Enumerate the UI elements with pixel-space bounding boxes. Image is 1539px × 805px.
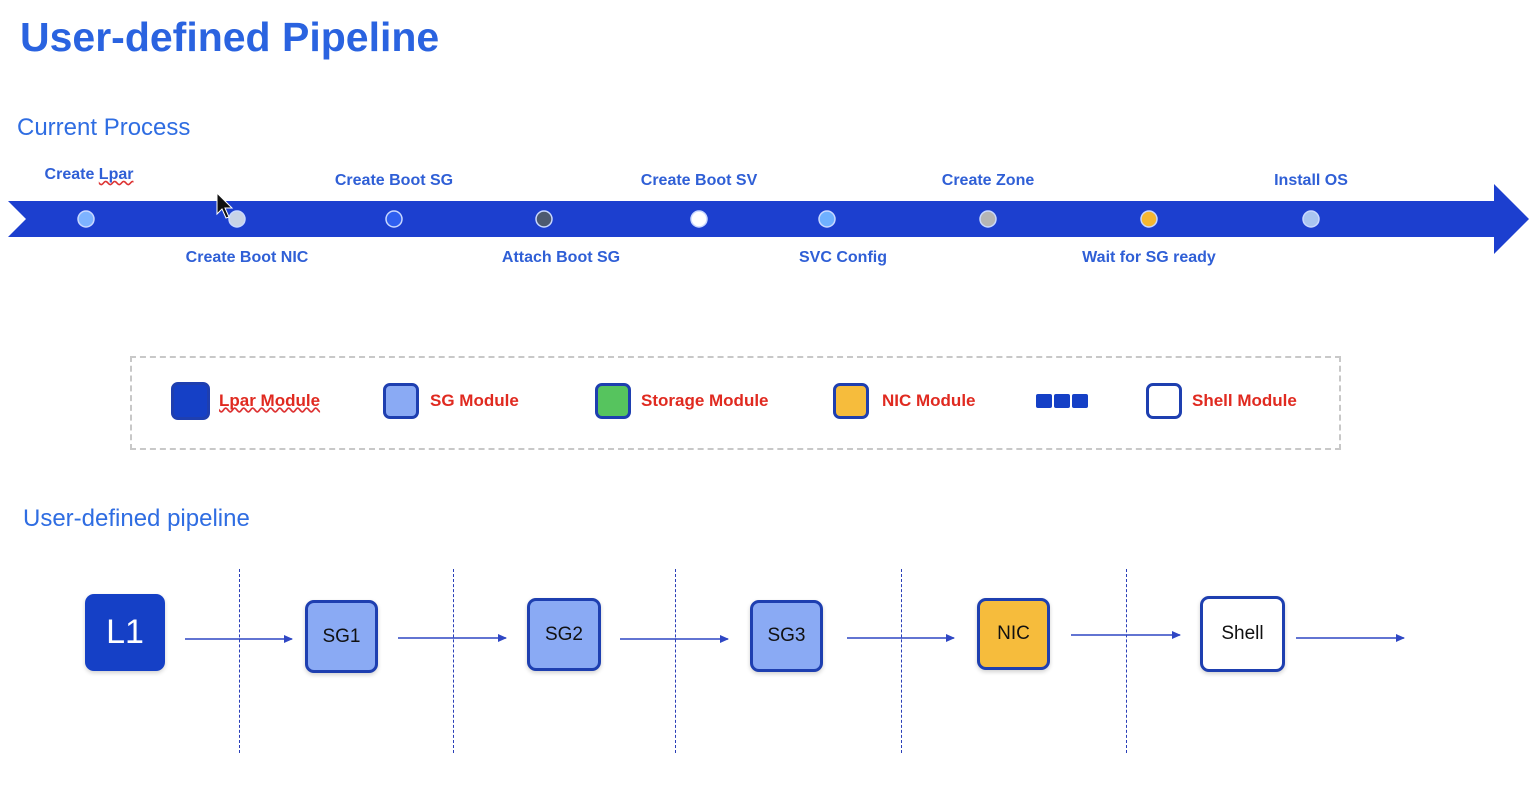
node-shell[interactable]: Shell (1200, 596, 1285, 672)
node-sg2[interactable]: SG2 (527, 598, 601, 671)
node-sg3[interactable]: SG3 (750, 600, 823, 672)
node-l1[interactable]: L1 (85, 594, 165, 671)
pipeline-connectors (185, 631, 1405, 643)
node-nic[interactable]: NIC (977, 598, 1050, 670)
node-sg1[interactable]: SG1 (305, 600, 378, 673)
